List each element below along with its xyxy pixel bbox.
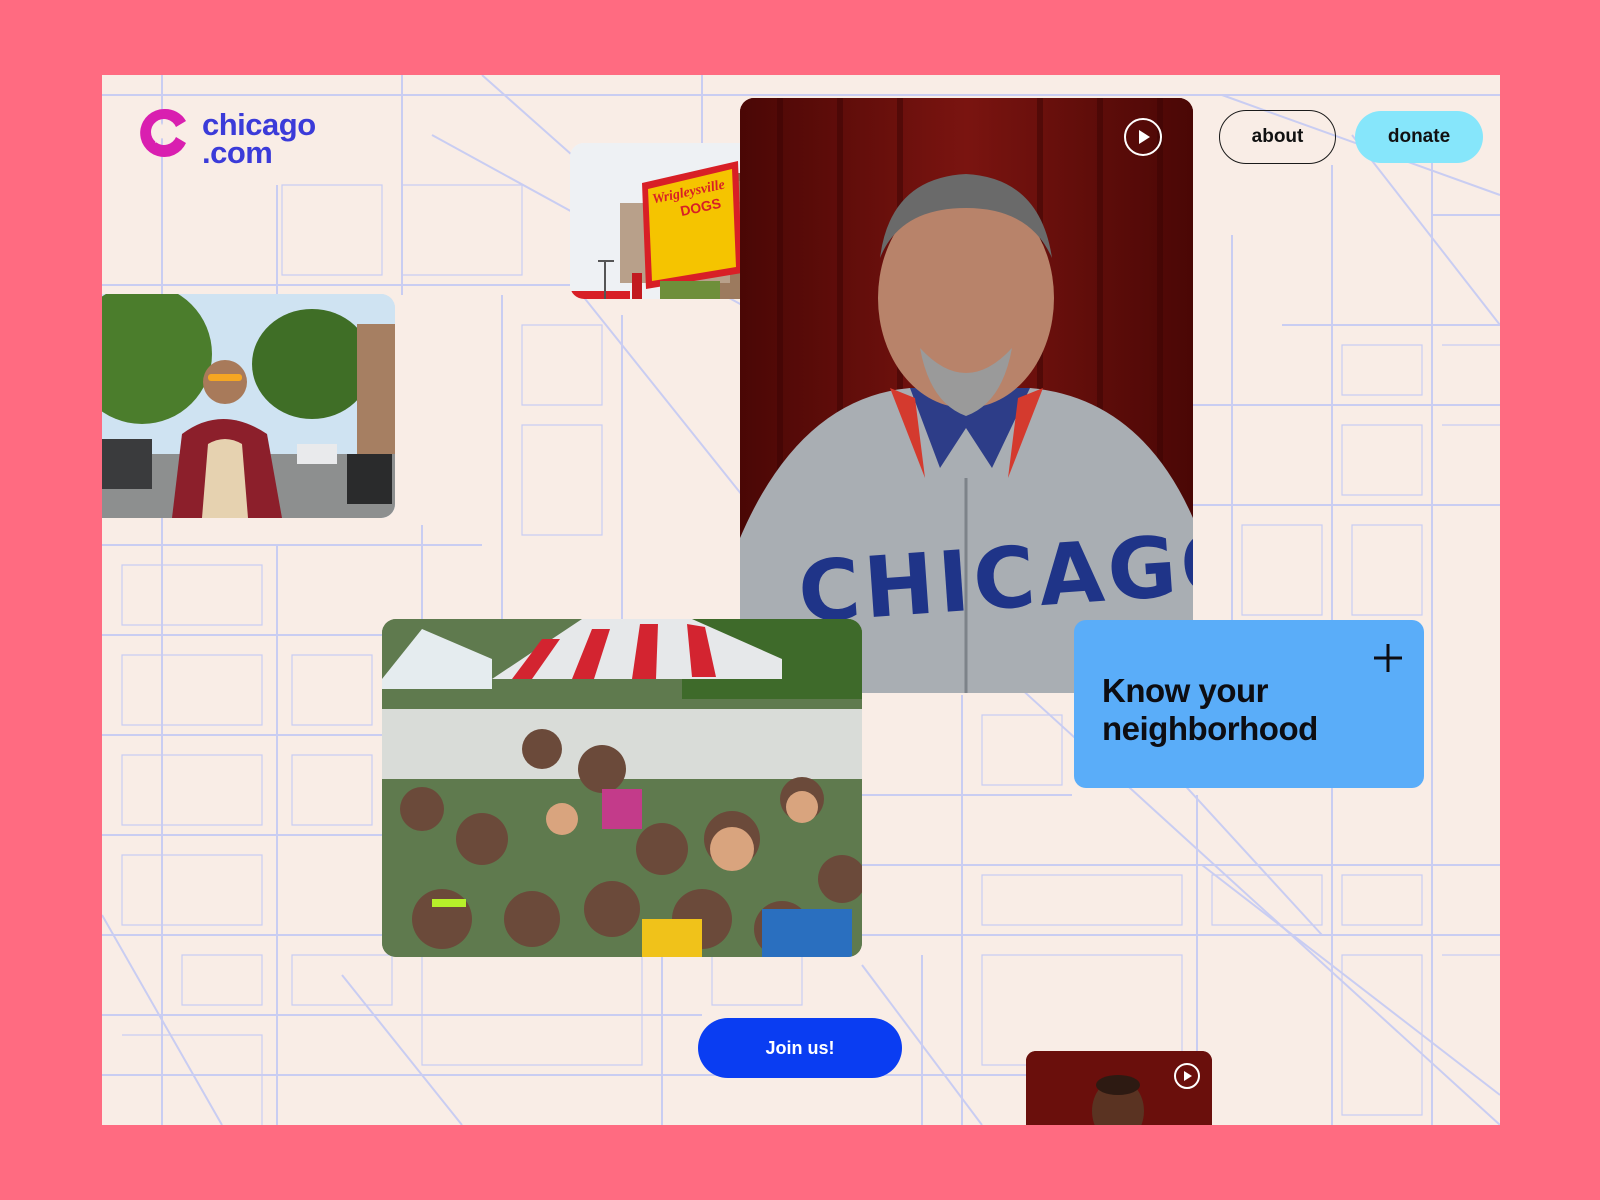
woman-portrait-video-thumbnail[interactable]: [1026, 1051, 1212, 1125]
know-your-neighborhood-card[interactable]: Know your neighborhood: [1074, 620, 1424, 788]
play-icon: [1184, 1071, 1192, 1081]
chicago-jacket-portrait-video[interactable]: CHICAGO: [740, 98, 1193, 693]
logo-wordmark: chicago .com: [202, 109, 316, 170]
site-logo[interactable]: chicago .com: [138, 103, 358, 183]
street-man-photo[interactable]: [102, 294, 395, 518]
plus-icon[interactable]: [1372, 642, 1404, 674]
street-scene: [102, 294, 395, 518]
donate-button[interactable]: donate: [1355, 111, 1483, 163]
about-button[interactable]: about: [1219, 110, 1336, 164]
join-us-button[interactable]: Join us!: [698, 1018, 902, 1078]
play-button-small[interactable]: [1174, 1063, 1200, 1089]
card-title: Know your neighborhood: [1102, 672, 1318, 747]
logo-word-line2: .com: [202, 135, 273, 170]
star-logo-icon: [140, 108, 186, 157]
festival-crowd-photo[interactable]: [382, 619, 862, 957]
page-canvas: chicago .com about donate Wrigleysville …: [102, 75, 1500, 1125]
crowd-scene: [382, 619, 862, 957]
play-button[interactable]: [1124, 118, 1162, 156]
play-icon: [1139, 130, 1150, 144]
